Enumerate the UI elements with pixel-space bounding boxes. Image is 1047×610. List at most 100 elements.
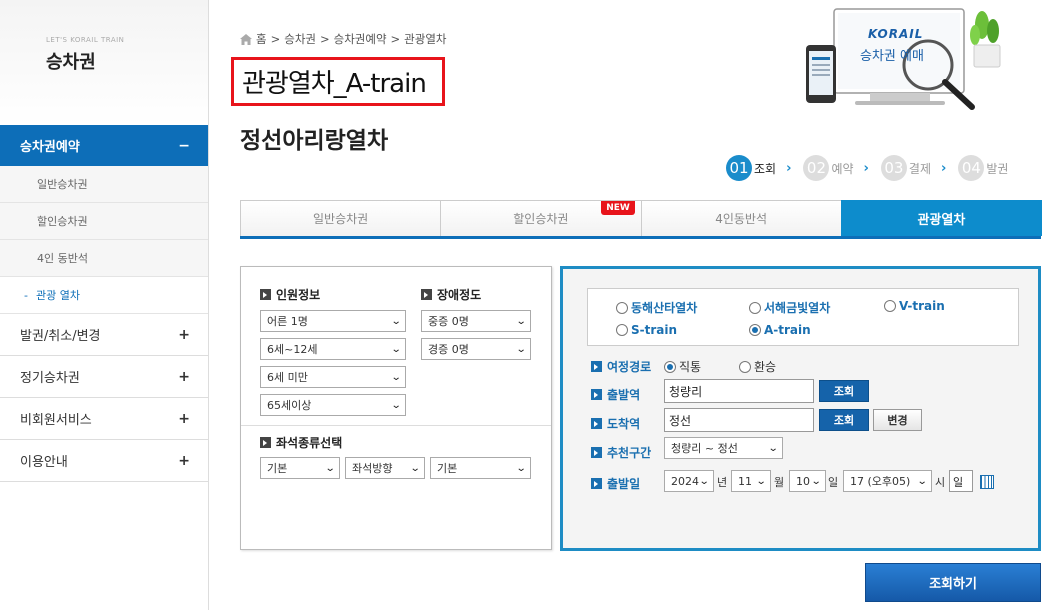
- breadcrumb-item[interactable]: 승차권예약: [334, 31, 387, 47]
- expand-icon[interactable]: +: [178, 411, 190, 427]
- sidebar-subitem-discount[interactable]: 할인승차권: [0, 203, 208, 240]
- train-selection-box: 동해산타열차 서해금빛열차 V-train S-train A-train: [587, 288, 1019, 346]
- sidebar-item-guide[interactable]: 이용안내 +: [0, 440, 208, 482]
- arrival-search-button[interactable]: 조회: [819, 409, 869, 431]
- sidebar-item-issue-cancel[interactable]: 발권/취소/변경 +: [0, 314, 208, 356]
- seat-direction-select[interactable]: 좌석방향 ⌄: [345, 457, 425, 479]
- label-text: 추천구간: [607, 446, 652, 460]
- breadcrumb-item[interactable]: 관광열차: [404, 31, 446, 47]
- radio-route-direct[interactable]: 직통: [664, 358, 701, 375]
- chevron-down-icon: ⌄: [810, 475, 822, 487]
- breadcrumb-item[interactable]: 승차권: [284, 31, 316, 47]
- radio-circle: [616, 324, 628, 336]
- expand-icon[interactable]: +: [178, 369, 190, 385]
- step-label: 예약: [831, 161, 854, 176]
- seat-extra-select[interactable]: 기본 ⌄: [430, 457, 531, 479]
- passenger-panel: 인원정보 장애정도 어른 1명 ⌄ 6세~12세 ⌄ 6세 미만 ⌄ 65세이상 ⌄ 중…: [240, 266, 552, 550]
- radio-label: 환승: [754, 360, 777, 374]
- search-submit-button[interactable]: 조회하기: [865, 563, 1041, 602]
- radio-s-train[interactable]: S-train: [616, 323, 677, 337]
- month-select[interactable]: 11 ⌄: [731, 470, 771, 492]
- train-name-title: 정선아리랑열차: [240, 128, 389, 154]
- breadcrumb-sep: >: [270, 32, 281, 46]
- sidebar-item-non-member[interactable]: 비회원서비스 +: [0, 398, 208, 440]
- recommend-section-select[interactable]: 청량리 ~ 정선 ⌄: [664, 437, 783, 459]
- chevron-down-icon: ⌄: [767, 442, 779, 454]
- sidebar-subitem-tourist-train[interactable]: - 관광 열차: [0, 277, 208, 314]
- korail-logo: KORAIL: [868, 27, 924, 41]
- arrow-bullet-icon: [591, 418, 602, 429]
- seat-type-heading: 좌석종류선택: [260, 434, 342, 451]
- step-payment: 03 결제 ›: [880, 155, 947, 181]
- step-reserve: 02 예약 ›: [803, 155, 869, 181]
- recommend-label: 추천구간: [591, 444, 651, 461]
- step-label: 조회: [754, 161, 777, 176]
- select-value: 17 (오후05): [850, 475, 911, 488]
- departure-search-button[interactable]: 조회: [819, 380, 869, 402]
- label-text: 도착역: [607, 417, 641, 431]
- radio-a-train[interactable]: A-train: [749, 323, 811, 337]
- radio-donghae-santa[interactable]: 동해산타열차: [616, 299, 697, 316]
- select-value: 기본: [267, 462, 288, 475]
- day-select[interactable]: 10 ⌄: [789, 470, 826, 492]
- tab-label: 할인승차권: [513, 212, 569, 226]
- arrow-bullet-icon: [260, 437, 271, 448]
- sidebar-item-label: 승차권예약: [20, 140, 80, 155]
- radio-seohae-geumbit[interactable]: 서해금빛열차: [749, 299, 830, 316]
- weekday-display: 일: [949, 470, 973, 492]
- tab-4person[interactable]: 4인동반석: [640, 200, 842, 236]
- radio-circle-selected: [664, 360, 676, 373]
- home-icon: [240, 33, 252, 45]
- chevron-down-icon: ⌄: [409, 462, 421, 474]
- step-number: 01: [726, 155, 752, 181]
- severe-disability-select[interactable]: 중증 0명 ⌄: [421, 310, 531, 332]
- sidebar-subitem-general[interactable]: 일반승차권: [0, 166, 208, 203]
- tab-tourist-train[interactable]: 관광열차: [840, 200, 1042, 236]
- sidebar-item-label: 정기승차권: [20, 371, 80, 386]
- hour-select[interactable]: 17 (오후05) ⌄: [843, 470, 932, 492]
- chevron-down-icon: ⌄: [515, 343, 527, 355]
- arrow-bullet-icon: [591, 447, 602, 458]
- chevron-right-icon: ›: [941, 160, 947, 176]
- mild-disability-select[interactable]: 경증 0명 ⌄: [421, 338, 531, 360]
- step-number: 02: [803, 155, 830, 181]
- chevron-down-icon: ⌄: [390, 343, 402, 355]
- infant-count-select[interactable]: 6세 미만 ⌄: [260, 366, 406, 388]
- radio-label: A-train: [764, 323, 811, 337]
- expand-icon[interactable]: +: [178, 453, 190, 469]
- child-count-select[interactable]: 6세~12세 ⌄: [260, 338, 406, 360]
- departure-station-input[interactable]: 청량리: [664, 379, 814, 403]
- arrival-label: 도착역: [591, 415, 640, 432]
- chevron-down-icon: ⌄: [755, 475, 767, 487]
- tab-general[interactable]: 일반승차권: [240, 200, 442, 236]
- page-title-highlight: 관광열차_A-train: [231, 57, 445, 106]
- sidebar-item-label: 이용안내: [20, 455, 68, 470]
- radio-route-transfer[interactable]: 환승: [739, 358, 776, 375]
- radio-circle: [616, 301, 628, 314]
- page-title: 관광열차_A-train: [242, 69, 427, 99]
- radio-v-train[interactable]: V-train: [884, 299, 945, 313]
- sidebar-item-label: 비회원서비스: [20, 413, 92, 428]
- select-value: 좌석방향: [352, 462, 393, 475]
- sidebar-item-season-ticket[interactable]: 정기승차권 +: [0, 356, 208, 398]
- radio-circle: [749, 301, 761, 314]
- adult-count-select[interactable]: 어른 1명 ⌄: [260, 310, 406, 332]
- expand-icon[interactable]: +: [178, 327, 190, 343]
- breadcrumb: 홈 > 승차권 > 승차권예약 > 관광열차: [240, 31, 447, 47]
- sidebar-subitem-4person[interactable]: 4인 동반석: [0, 240, 208, 277]
- breadcrumb-home[interactable]: 홈: [256, 31, 267, 47]
- sidebar-item-label: 발권/취소/변경: [20, 329, 101, 344]
- select-value: 11: [738, 474, 752, 488]
- departure-label: 출발역: [591, 386, 640, 403]
- seat-type-select[interactable]: 기본 ⌄: [260, 457, 340, 479]
- arrival-station-input[interactable]: 정선: [664, 408, 814, 432]
- disability-heading: 장애정도: [421, 286, 481, 303]
- collapse-icon[interactable]: −: [178, 138, 190, 154]
- senior-count-select[interactable]: 65세이상 ⌄: [260, 394, 406, 416]
- sidebar-item-ticket-reservation[interactable]: 승차권예약 −: [0, 125, 208, 166]
- step-label: 발권: [986, 161, 1009, 176]
- tab-discount[interactable]: 할인승차권 NEW: [440, 200, 642, 236]
- calendar-icon[interactable]: [980, 475, 994, 489]
- year-select[interactable]: 2024 ⌄: [664, 470, 714, 492]
- swap-stations-button[interactable]: 변경: [873, 409, 922, 431]
